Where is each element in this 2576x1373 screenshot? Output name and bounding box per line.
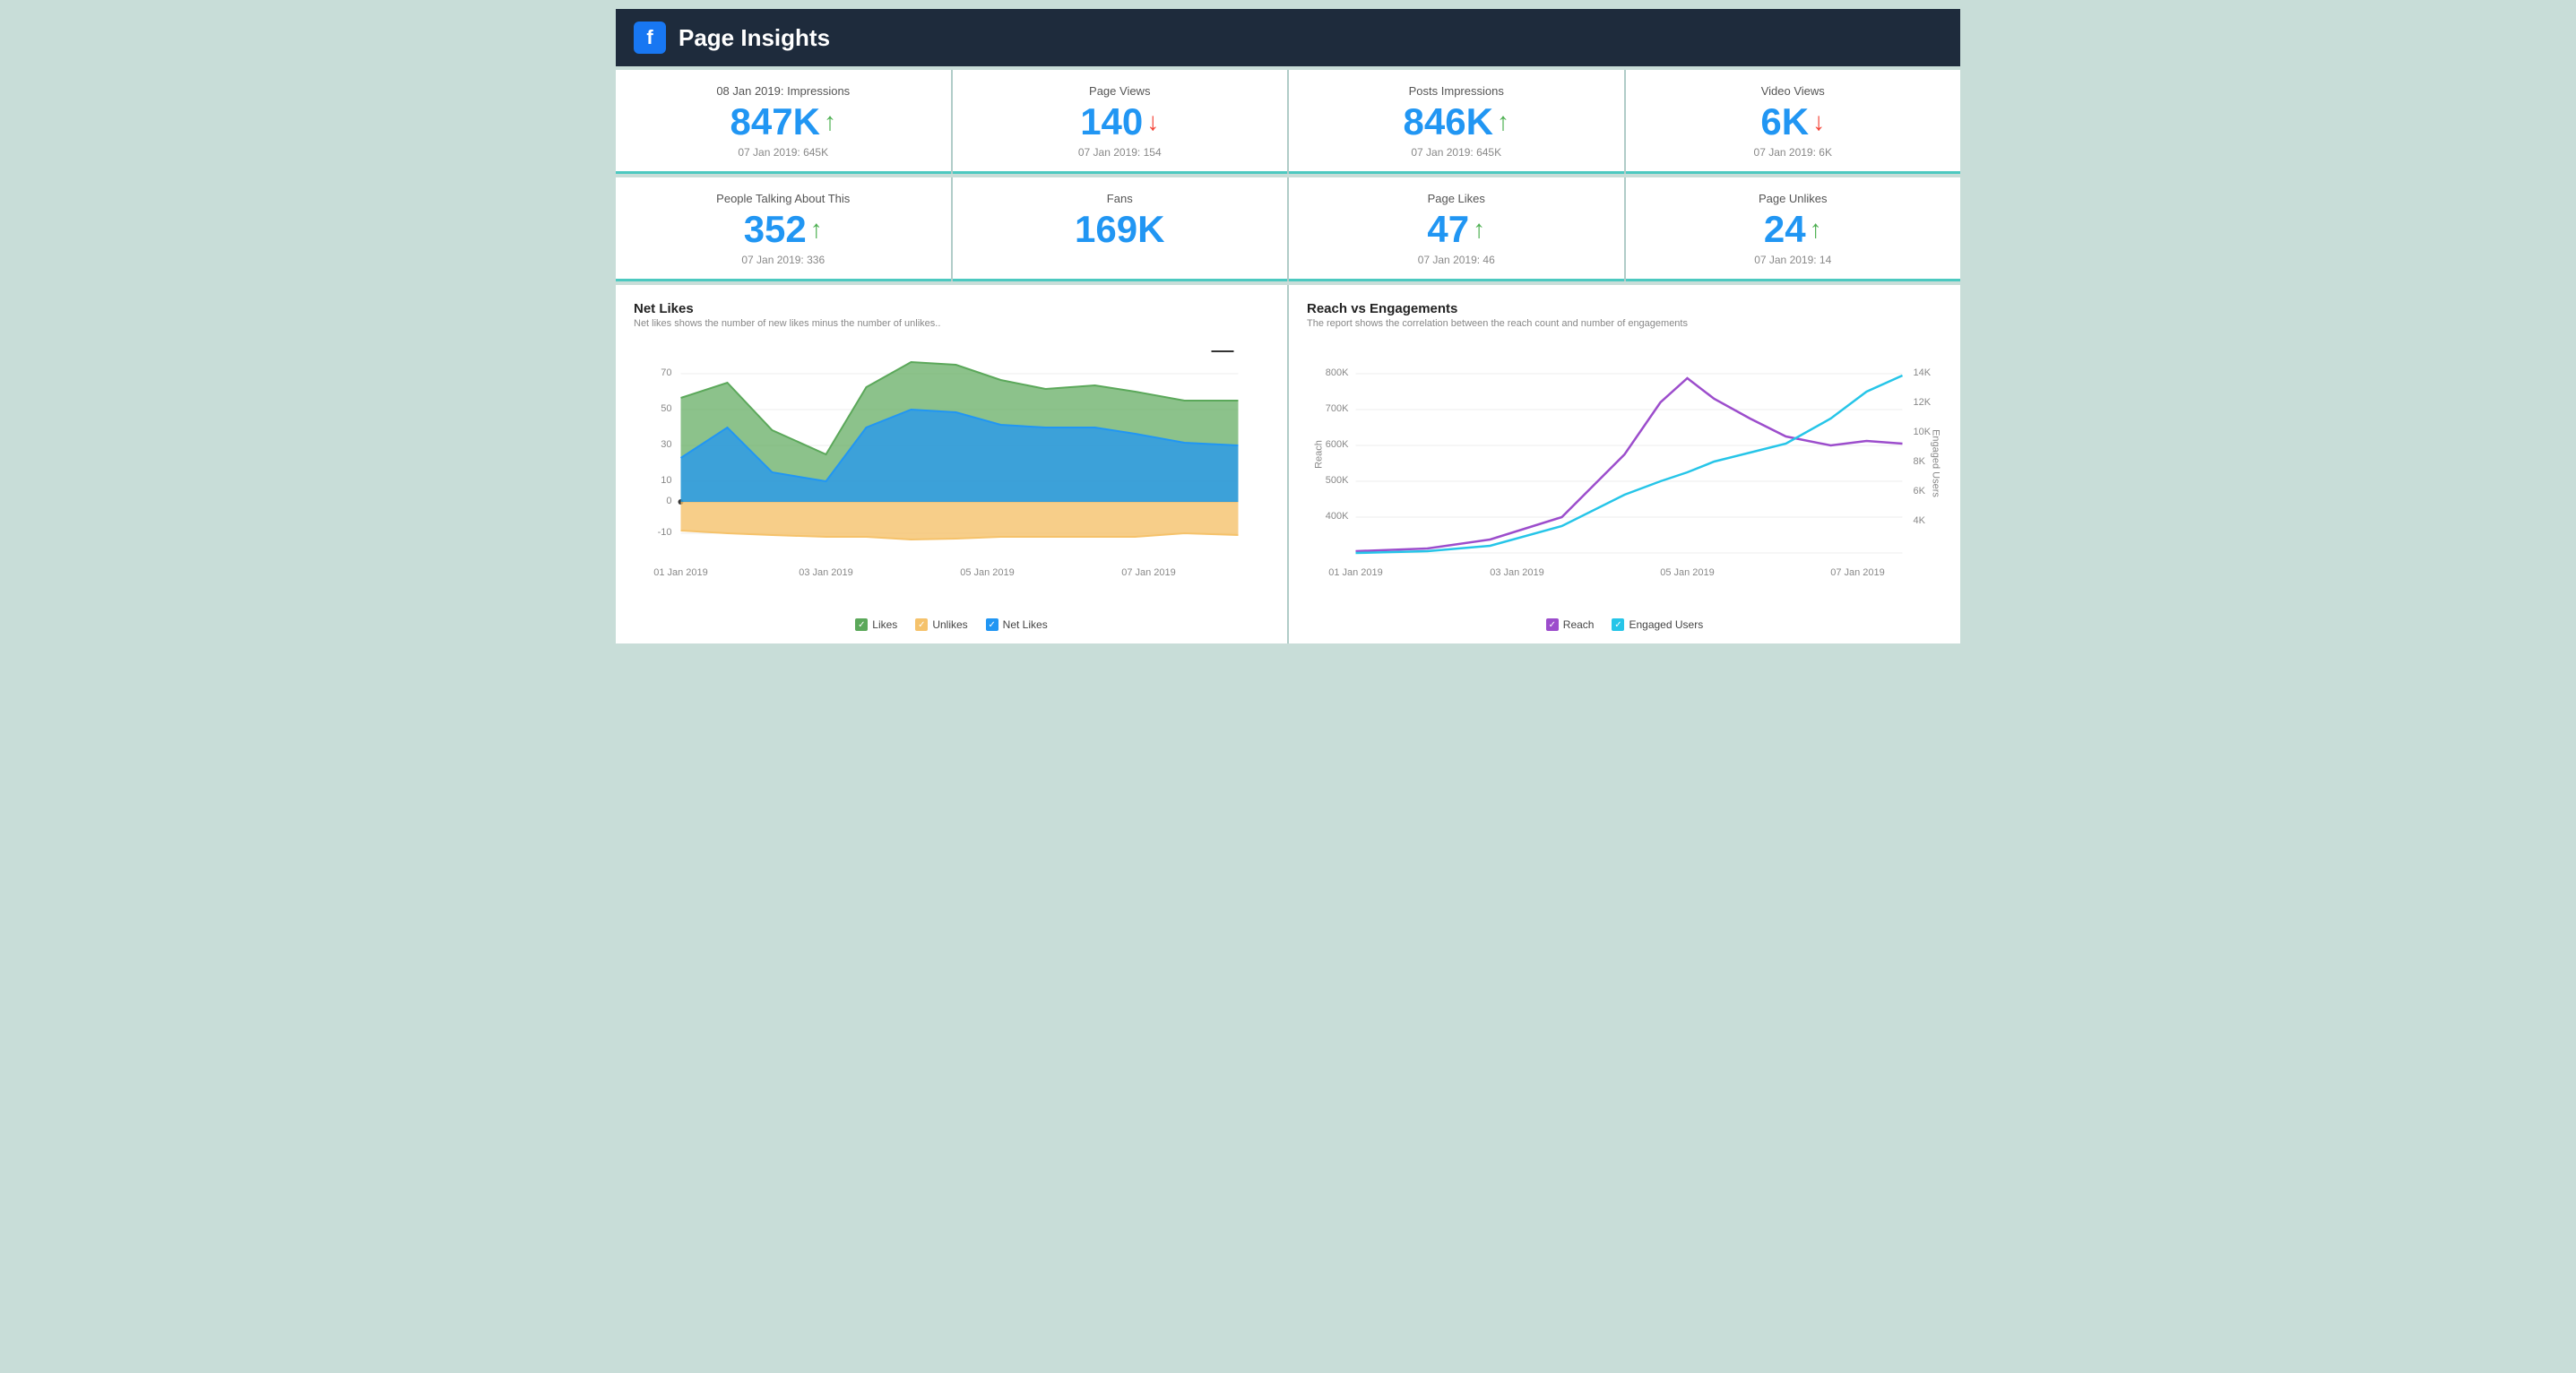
trend-up-icon: ↑ bbox=[1497, 109, 1509, 134]
svg-text:01 Jan 2019: 01 Jan 2019 bbox=[653, 567, 708, 578]
metric-label: People Talking About This bbox=[634, 192, 933, 205]
trend-up-icon: ↑ bbox=[810, 217, 823, 242]
svg-text:-10: -10 bbox=[658, 527, 672, 538]
metric-card: 08 Jan 2019: Impressions 847K↑ 07 Jan 20… bbox=[616, 70, 951, 174]
svg-text:10: 10 bbox=[661, 475, 671, 486]
svg-text:500K: 500K bbox=[1326, 475, 1349, 486]
net-likes-subtitle: Net likes shows the number of new likes … bbox=[634, 318, 1269, 329]
metric-card: Page Likes 47↑ 07 Jan 2019: 46 bbox=[1289, 177, 1624, 281]
metric-card: Page Unlikes 24↑ 07 Jan 2019: 14 bbox=[1626, 177, 1961, 281]
metric-prev: 07 Jan 2019: 14 bbox=[1644, 254, 1943, 266]
svg-text:03 Jan 2019: 03 Jan 2019 bbox=[799, 567, 853, 578]
svg-text:05 Jan 2019: 05 Jan 2019 bbox=[960, 567, 1015, 578]
svg-text:30: 30 bbox=[661, 439, 671, 450]
trend-down-icon: ↓ bbox=[1812, 109, 1825, 134]
svg-text:400K: 400K bbox=[1326, 511, 1349, 522]
metric-value: 847K↑ bbox=[634, 103, 933, 141]
svg-text:8K: 8K bbox=[1914, 456, 1926, 467]
net-likes-title: Net Likes bbox=[634, 301, 1269, 316]
metric-prev: 07 Jan 2019: 154 bbox=[971, 146, 1270, 159]
metrics-row1: 08 Jan 2019: Impressions 847K↑ 07 Jan 20… bbox=[616, 70, 1960, 174]
trend-up-icon: ↑ bbox=[1473, 217, 1485, 242]
reach-chart: Reach vs Engagements The report shows th… bbox=[1289, 285, 1960, 643]
legend-reach: ✓ Reach bbox=[1546, 618, 1595, 631]
page-title: Page Insights bbox=[679, 24, 830, 52]
likes-legend-icon: ✓ bbox=[855, 618, 868, 631]
svg-text:10K: 10K bbox=[1914, 427, 1932, 437]
metric-label: Fans bbox=[971, 192, 1270, 205]
metric-label: Page Likes bbox=[1307, 192, 1606, 205]
dashboard: f Page Insights 08 Jan 2019: Impressions… bbox=[616, 9, 1960, 643]
svg-text:0: 0 bbox=[666, 496, 671, 506]
legend-unlikes: ✓ Unlikes bbox=[915, 618, 967, 631]
svg-text:700K: 700K bbox=[1326, 403, 1349, 414]
engaged-users-legend-icon: ✓ bbox=[1612, 618, 1624, 631]
metric-label: Posts Impressions bbox=[1307, 84, 1606, 98]
reach-legend-icon: ✓ bbox=[1546, 618, 1559, 631]
svg-text:05 Jan 2019: 05 Jan 2019 bbox=[1660, 567, 1715, 578]
svg-text:4K: 4K bbox=[1914, 515, 1926, 526]
metric-prev: 07 Jan 2019: 645K bbox=[634, 146, 933, 159]
metric-card: Video Views 6K↓ 07 Jan 2019: 6K bbox=[1626, 70, 1961, 174]
metric-prev: 07 Jan 2019: 6K bbox=[1644, 146, 1943, 159]
metrics-row2: People Talking About This 352↑ 07 Jan 20… bbox=[616, 177, 1960, 281]
svg-text:12K: 12K bbox=[1914, 397, 1932, 408]
svg-text:Reach: Reach bbox=[1314, 440, 1325, 469]
charts-row: Net Likes Net likes shows the number of … bbox=[616, 285, 1960, 643]
legend-likes: ✓ Likes bbox=[855, 618, 897, 631]
reach-chart-area: 800K 700K 600K 500K 400K Reach 14K 12K 1… bbox=[1307, 338, 1942, 611]
unlikes-legend-icon: ✓ bbox=[915, 618, 928, 631]
metric-value: 846K↑ bbox=[1307, 103, 1606, 141]
metric-prev: 07 Jan 2019: 336 bbox=[634, 254, 933, 266]
metric-label: Page Views bbox=[971, 84, 1270, 98]
svg-text:800K: 800K bbox=[1326, 367, 1349, 378]
metric-card: People Talking About This 352↑ 07 Jan 20… bbox=[616, 177, 951, 281]
metric-label: Page Unlikes bbox=[1644, 192, 1943, 205]
metric-label: Video Views bbox=[1644, 84, 1943, 98]
metric-label: 08 Jan 2019: Impressions bbox=[634, 84, 933, 98]
reach-title: Reach vs Engagements bbox=[1307, 301, 1942, 316]
svg-text:50: 50 bbox=[661, 403, 671, 414]
svg-text:70: 70 bbox=[661, 367, 671, 378]
net-likes-legend-icon: ✓ bbox=[986, 618, 998, 631]
metric-value: 6K↓ bbox=[1644, 103, 1943, 141]
svg-text:07 Jan 2019: 07 Jan 2019 bbox=[1830, 567, 1885, 578]
metric-value: 47↑ bbox=[1307, 211, 1606, 248]
reach-legend: ✓ Reach ✓ Engaged Users bbox=[1307, 618, 1942, 631]
trend-up-icon: ↑ bbox=[1810, 217, 1822, 242]
legend-net-likes: ✓ Net Likes bbox=[986, 618, 1048, 631]
svg-text:Engaged Users: Engaged Users bbox=[1931, 429, 1941, 497]
header: f Page Insights bbox=[616, 9, 1960, 66]
svg-text:600K: 600K bbox=[1326, 439, 1349, 450]
metric-card: Page Views 140↓ 07 Jan 2019: 154 bbox=[953, 70, 1288, 174]
trend-down-icon: ↓ bbox=[1146, 109, 1159, 134]
metric-card: Fans 169K bbox=[953, 177, 1288, 281]
legend-engaged-users: ✓ Engaged Users bbox=[1612, 618, 1703, 631]
svg-text:01 Jan 2019: 01 Jan 2019 bbox=[1328, 567, 1383, 578]
net-likes-legend: ✓ Likes ✓ Unlikes ✓ Net Likes bbox=[634, 618, 1269, 631]
metric-value: 24↑ bbox=[1644, 211, 1943, 248]
svg-text:6K: 6K bbox=[1914, 486, 1926, 497]
svg-text:07 Jan 2019: 07 Jan 2019 bbox=[1121, 567, 1176, 578]
reach-subtitle: The report shows the correlation between… bbox=[1307, 318, 1942, 329]
metric-prev: 07 Jan 2019: 46 bbox=[1307, 254, 1606, 266]
metric-prev: 07 Jan 2019: 645K bbox=[1307, 146, 1606, 159]
metric-value: 169K bbox=[971, 211, 1270, 248]
metric-value: 140↓ bbox=[971, 103, 1270, 141]
trend-up-icon: ↑ bbox=[824, 109, 836, 134]
facebook-icon: f bbox=[634, 22, 666, 54]
net-likes-chart: Net Likes Net likes shows the number of … bbox=[616, 285, 1287, 643]
net-likes-chart-area: 70 50 30 10 0 -10 bbox=[634, 338, 1269, 611]
svg-text:03 Jan 2019: 03 Jan 2019 bbox=[1490, 567, 1544, 578]
metric-value: 352↑ bbox=[634, 211, 933, 248]
svg-text:14K: 14K bbox=[1914, 367, 1932, 378]
metric-card: Posts Impressions 846K↑ 07 Jan 2019: 645… bbox=[1289, 70, 1624, 174]
